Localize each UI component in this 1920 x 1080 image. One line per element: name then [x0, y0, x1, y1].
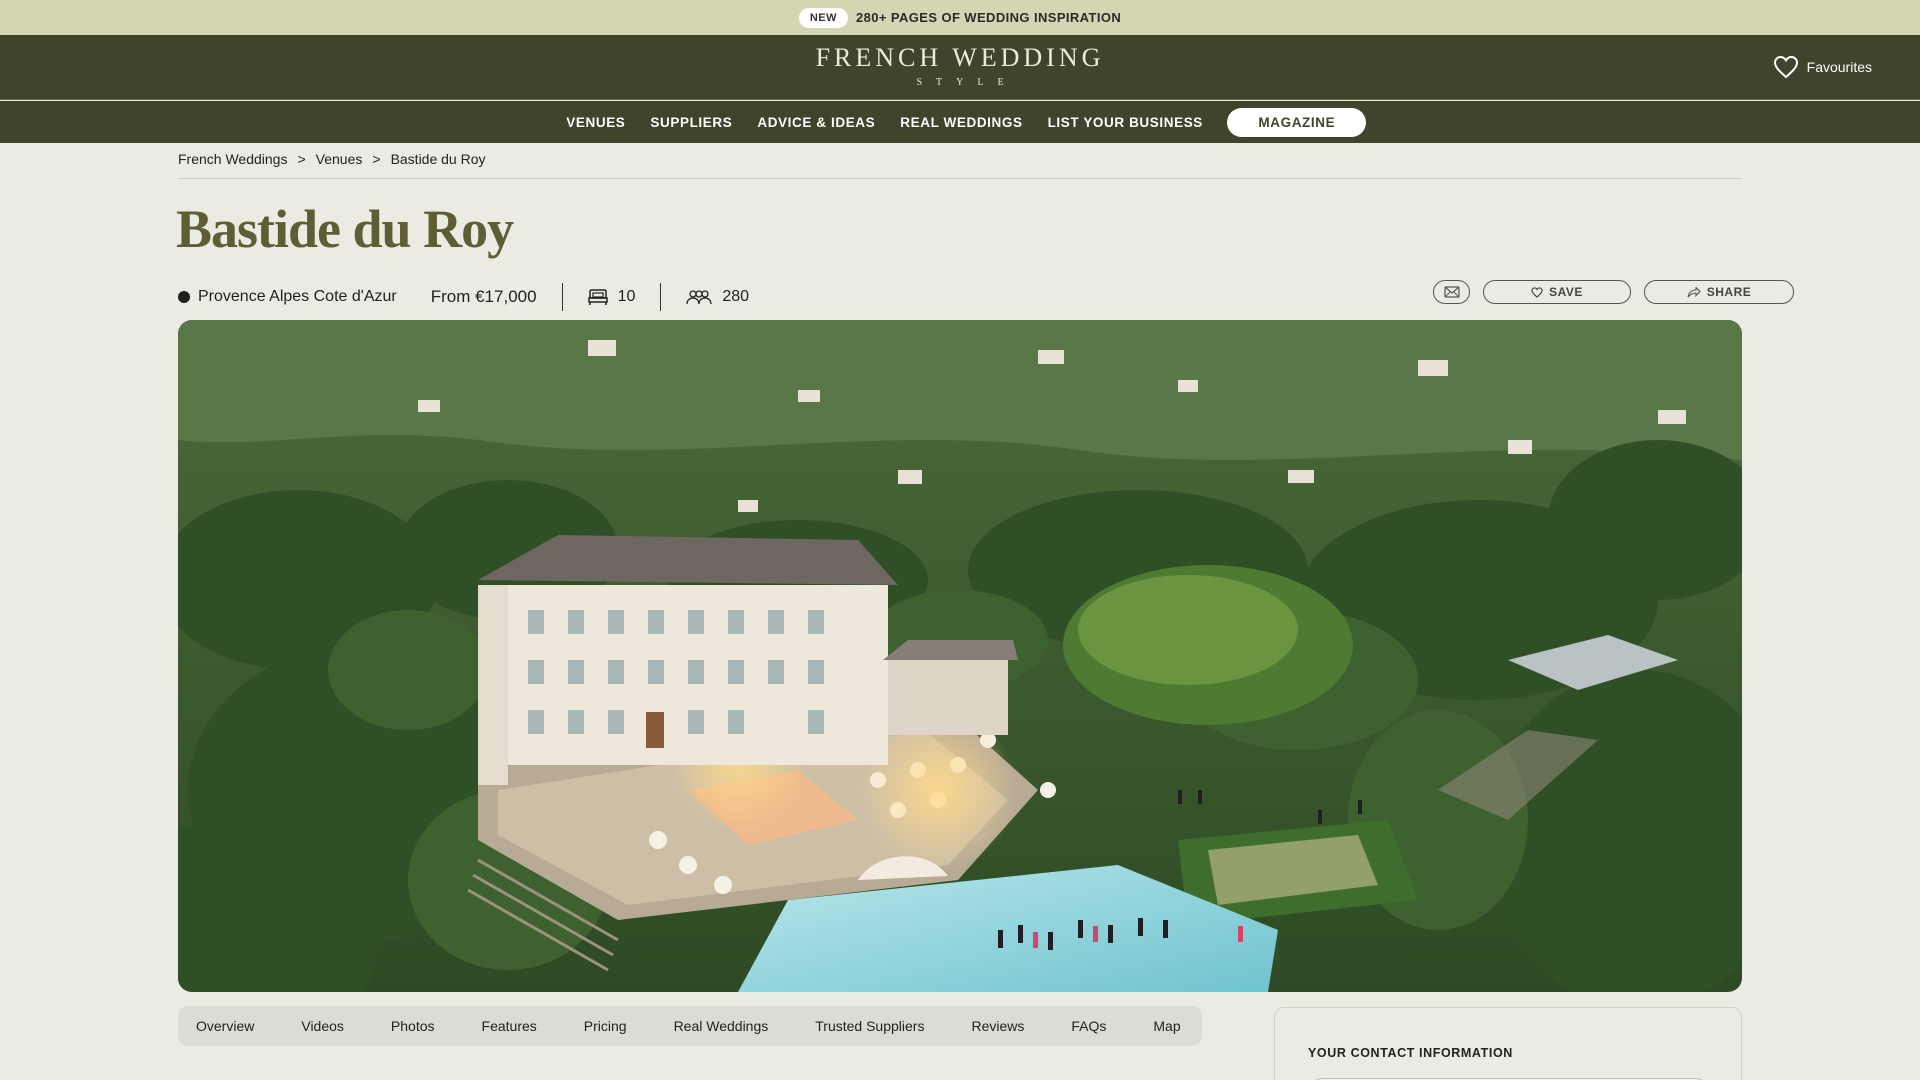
nav-item-advice-ideas[interactable]: ADVICE & IDEAS: [745, 115, 888, 130]
venue-price: From €17,000: [430, 287, 537, 306]
venue-tabs: Overview Videos Photos Features Pricing …: [178, 1006, 1202, 1046]
breadcrumb-separator: >: [372, 151, 381, 167]
breadcrumb-item-venues[interactable]: Venues: [316, 151, 363, 167]
share-label: SHARE: [1706, 285, 1752, 299]
announcement-bar: NEW 280+ PAGES OF WEDDING INSPIRATION: [0, 0, 1920, 35]
nav-item-venues[interactable]: VENUES: [554, 115, 638, 130]
meta-separator: [660, 283, 662, 311]
magazine-button[interactable]: MAGAZINE: [1227, 107, 1367, 137]
bedrooms-info: 10: [587, 288, 636, 306]
site-logo[interactable]: FRENCH WEDDING STYLE: [0, 43, 1920, 88]
tab-reviews[interactable]: Reviews: [971, 1018, 1024, 1034]
tab-photos[interactable]: Photos: [391, 1018, 435, 1034]
divider: [178, 178, 1742, 179]
tab-pricing[interactable]: Pricing: [584, 1018, 627, 1034]
share-button[interactable]: SHARE: [1644, 280, 1794, 304]
breadcrumb-separator: >: [297, 151, 306, 167]
breadcrumb-item-current: Bastide du Roy: [390, 151, 486, 167]
contact-heading: YOUR CONTACT INFORMATION: [1308, 1046, 1513, 1060]
main-nav: VENUES SUPPLIERS ADVICE & IDEAS REAL WED…: [0, 101, 1920, 143]
guests-icon: [686, 290, 713, 305]
heart-icon: [1531, 286, 1543, 298]
tab-trusted-suppliers[interactable]: Trusted Suppliers: [815, 1018, 924, 1034]
announcement-text[interactable]: 280+ PAGES OF WEDDING INSPIRATION: [856, 10, 1121, 25]
tab-features[interactable]: Features: [482, 1018, 537, 1034]
favourites-link[interactable]: Favourites: [1773, 55, 1872, 79]
tab-map[interactable]: Map: [1153, 1018, 1180, 1034]
page-title: Bastide du Roy: [176, 199, 514, 259]
heart-icon: [1773, 55, 1798, 79]
guests-info: 280: [686, 288, 749, 306]
venue-hero-photo[interactable]: [178, 320, 1742, 992]
tab-overview[interactable]: Overview: [196, 1018, 254, 1034]
bed-icon: [587, 289, 608, 305]
favourites-label: Favourites: [1806, 59, 1872, 75]
bedrooms-count: 10: [617, 288, 636, 305]
nav-item-list-business[interactable]: LIST YOUR BUSINESS: [1035, 115, 1215, 130]
email-button[interactable]: [1433, 280, 1470, 304]
guests-count: 280: [722, 288, 750, 305]
breadcrumb-item-home[interactable]: French Weddings: [178, 151, 287, 167]
logo-line1: FRENCH WEDDING: [815, 43, 1105, 72]
envelope-icon: [1443, 286, 1460, 298]
venue-actions: SAVE SHARE: [1433, 280, 1794, 304]
new-badge: NEW: [798, 7, 848, 28]
nav-item-suppliers[interactable]: SUPPLIERS: [638, 115, 745, 130]
venue-meta: Provence Alpes Cote d'Azur From €17,000 …: [178, 283, 749, 311]
save-label: SAVE: [1549, 285, 1583, 299]
venue-region: Provence Alpes Cote d'Azur: [198, 288, 397, 305]
contact-panel: YOUR CONTACT INFORMATION: [1274, 1007, 1742, 1080]
save-button[interactable]: SAVE: [1483, 280, 1631, 304]
nav-item-real-weddings[interactable]: REAL WEDDINGS: [888, 115, 1035, 130]
meta-separator: [561, 283, 563, 311]
logo-line2: STYLE: [916, 77, 1018, 88]
breadcrumb: French Weddings > Venues > Bastide du Ro…: [178, 151, 486, 167]
venue-photo-illustration: [178, 320, 1742, 992]
tab-faqs[interactable]: FAQs: [1071, 1018, 1106, 1034]
location-dot-icon: [178, 291, 190, 303]
site-header: FRENCH WEDDING STYLE Favourites: [0, 35, 1920, 100]
share-icon: [1687, 286, 1701, 297]
tab-real-weddings[interactable]: Real Weddings: [674, 1018, 769, 1034]
tab-videos[interactable]: Videos: [301, 1018, 344, 1034]
